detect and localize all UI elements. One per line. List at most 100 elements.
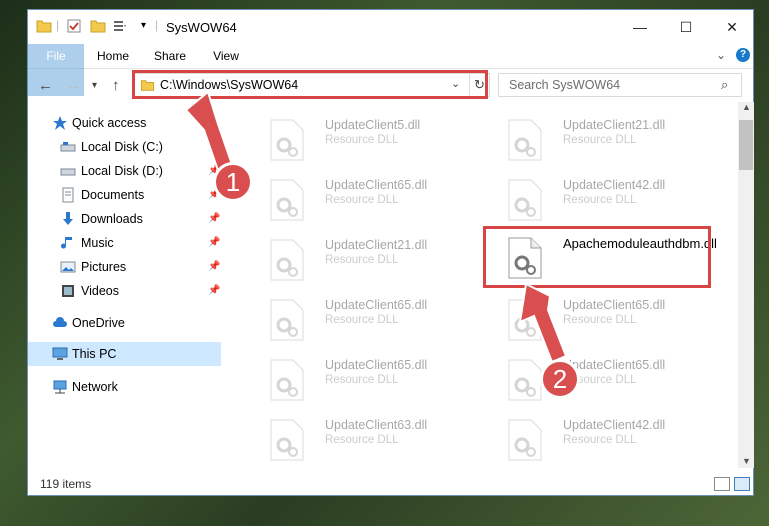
sidebar-item-music[interactable]: Music 📌 xyxy=(28,231,221,255)
tab-home[interactable]: Home xyxy=(90,44,136,68)
file-name: UpdateClient65.dll xyxy=(563,298,666,312)
sidebar-item-downloads[interactable]: Downloads 📌 xyxy=(28,207,221,231)
dll-file-icon xyxy=(270,359,304,401)
file-item[interactable]: UpdateClient65.dll Resource DLL xyxy=(251,172,471,224)
music-icon xyxy=(61,237,72,249)
large-icons-view-button[interactable] xyxy=(734,477,750,491)
navigation-pane: Quick access Local Disk (C:) 📌 Local Dis… xyxy=(28,102,221,468)
file-item[interactable]: UpdateClient21.dll Resource DLL xyxy=(489,112,709,164)
scroll-up-icon[interactable]: ▲ xyxy=(742,102,751,112)
sidebar-item-documents[interactable]: Documents 📌 xyxy=(28,183,221,207)
pin-icon[interactable]: 📌 xyxy=(208,279,220,303)
dll-file-icon xyxy=(270,419,304,461)
dll-file-icon xyxy=(270,299,304,341)
file-type: Resource DLL xyxy=(325,194,399,206)
recent-locations-icon[interactable]: ▾ xyxy=(92,80,97,91)
dll-file-icon xyxy=(270,119,304,161)
back-arrow-icon[interactable]: ← xyxy=(38,77,53,94)
customize-toolbar-icon[interactable] xyxy=(112,18,128,34)
step-1-badge: 1 xyxy=(213,162,253,202)
file-type: Resource DLL xyxy=(563,134,637,146)
file-type: Resource DLL xyxy=(325,374,399,386)
search-icon: ⌕ xyxy=(721,77,729,92)
file-type: Resource DLL xyxy=(325,134,399,146)
file-name: UpdateClient65.dll xyxy=(325,298,428,312)
pin-icon[interactable]: 📌 xyxy=(208,255,220,279)
sidebar-item-videos[interactable]: Videos 📌 xyxy=(28,279,221,303)
help-icon[interactable]: ? xyxy=(736,48,750,62)
expand-ribbon-icon[interactable]: ⌄ xyxy=(716,48,726,62)
file-item[interactable]: UpdateClient65.dll Resource DLL xyxy=(251,292,471,344)
scrollbar-thumb[interactable] xyxy=(739,120,753,170)
file-type: Resource DLL xyxy=(563,434,637,446)
downloads-icon xyxy=(63,212,73,225)
sidebar-item-pictures[interactable]: Pictures 📌 xyxy=(28,255,221,279)
chevron-down-icon[interactable]: ▾ xyxy=(141,20,146,31)
sidebar-item-this-pc[interactable]: This PC xyxy=(28,342,221,366)
file-type: Resource DLL xyxy=(563,314,637,326)
details-view-button[interactable] xyxy=(714,477,730,491)
item-count: 119 items xyxy=(40,477,92,491)
minimize-icon: — xyxy=(633,19,647,35)
file-name: UpdateClient21.dll xyxy=(563,118,666,132)
vertical-scrollbar[interactable]: ▲ ▼ xyxy=(738,102,754,468)
dll-file-icon xyxy=(508,359,542,401)
maximize-button[interactable]: ☐ xyxy=(663,10,709,44)
step-2-badge: 2 xyxy=(540,359,580,399)
pin-icon[interactable]: 📌 xyxy=(208,207,220,231)
title-bar: | ▾ | SysWOW64 — ☐ ✕ xyxy=(28,10,753,44)
ribbon-tabs: File Home Share View ⌄ ? xyxy=(28,44,753,96)
pin-icon[interactable]: 📌 xyxy=(208,135,220,159)
file-item[interactable]: UpdateClient42.dll Resource DLL xyxy=(489,172,709,224)
file-name: UpdateClient65.dll xyxy=(325,358,428,372)
window-title: SysWOW64 xyxy=(166,20,237,35)
close-button[interactable]: ✕ xyxy=(709,10,755,44)
drive-icon xyxy=(60,168,76,176)
new-folder-icon[interactable] xyxy=(90,18,106,34)
cloud-icon xyxy=(53,317,67,327)
file-name: UpdateClient65.dll xyxy=(325,178,428,192)
sidebar-item-quick-access[interactable]: Quick access xyxy=(28,111,221,135)
sidebar-item-label: Music xyxy=(81,236,114,250)
pin-icon[interactable]: 📌 xyxy=(208,231,220,255)
file-type: Resource DLL xyxy=(325,254,399,266)
dll-file-icon xyxy=(508,179,542,221)
status-bar: 119 items xyxy=(28,472,753,496)
tab-share[interactable]: Share xyxy=(148,44,192,68)
scroll-down-icon[interactable]: ▼ xyxy=(742,456,751,466)
sidebar-item-network[interactable]: Network xyxy=(28,375,221,399)
sidebar-item-onedrive[interactable]: OneDrive xyxy=(28,311,221,335)
dll-file-icon xyxy=(508,419,542,461)
computer-icon xyxy=(52,347,68,360)
documents-icon xyxy=(62,187,74,203)
forward-arrow-icon[interactable]: → xyxy=(66,77,81,94)
file-item[interactable]: UpdateClient42.dll Resource DLL xyxy=(489,412,709,464)
file-name: UpdateClient42.dll xyxy=(563,178,666,192)
tab-view[interactable]: View xyxy=(206,44,246,68)
star-icon xyxy=(53,116,67,130)
minimize-button[interactable]: — xyxy=(617,10,663,44)
file-item[interactable]: UpdateClient63.dll Resource DLL xyxy=(251,412,471,464)
sidebar-item-label: Videos xyxy=(81,284,119,298)
dll-file-icon xyxy=(508,299,542,341)
up-arrow-icon[interactable]: ↑ xyxy=(112,77,120,94)
file-item[interactable]: UpdateClient65.dll Resource DLL xyxy=(489,352,709,404)
sidebar-item-label: Network xyxy=(72,380,118,394)
file-name: UpdateClient63.dll xyxy=(325,418,428,432)
file-type: Resource DLL xyxy=(563,194,637,206)
sidebar-item-label: Local Disk (C:) xyxy=(81,140,163,154)
network-icon xyxy=(53,380,67,394)
maximize-icon: ☐ xyxy=(679,18,693,35)
sidebar-item-label: Pictures xyxy=(81,260,127,274)
properties-icon[interactable] xyxy=(66,18,82,34)
dll-file-icon xyxy=(270,179,304,221)
file-item[interactable]: UpdateClient65.dll Resource DLL xyxy=(489,292,709,344)
separator: | xyxy=(155,18,159,32)
file-item[interactable]: UpdateClient65.dll Resource DLL xyxy=(251,352,471,404)
search-input[interactable]: Search SysWOW64 ⌕ xyxy=(498,73,742,97)
drive-icon xyxy=(60,142,76,152)
sidebar-item-local-disk-d[interactable]: Local Disk (D:) 📌 xyxy=(28,159,221,183)
file-item[interactable]: UpdateClient5.dll Resource DLL xyxy=(251,112,471,164)
file-item[interactable]: UpdateClient21.dll Resource DLL xyxy=(251,232,471,284)
sidebar-item-local-disk-c[interactable]: Local Disk (C:) 📌 xyxy=(28,135,221,159)
